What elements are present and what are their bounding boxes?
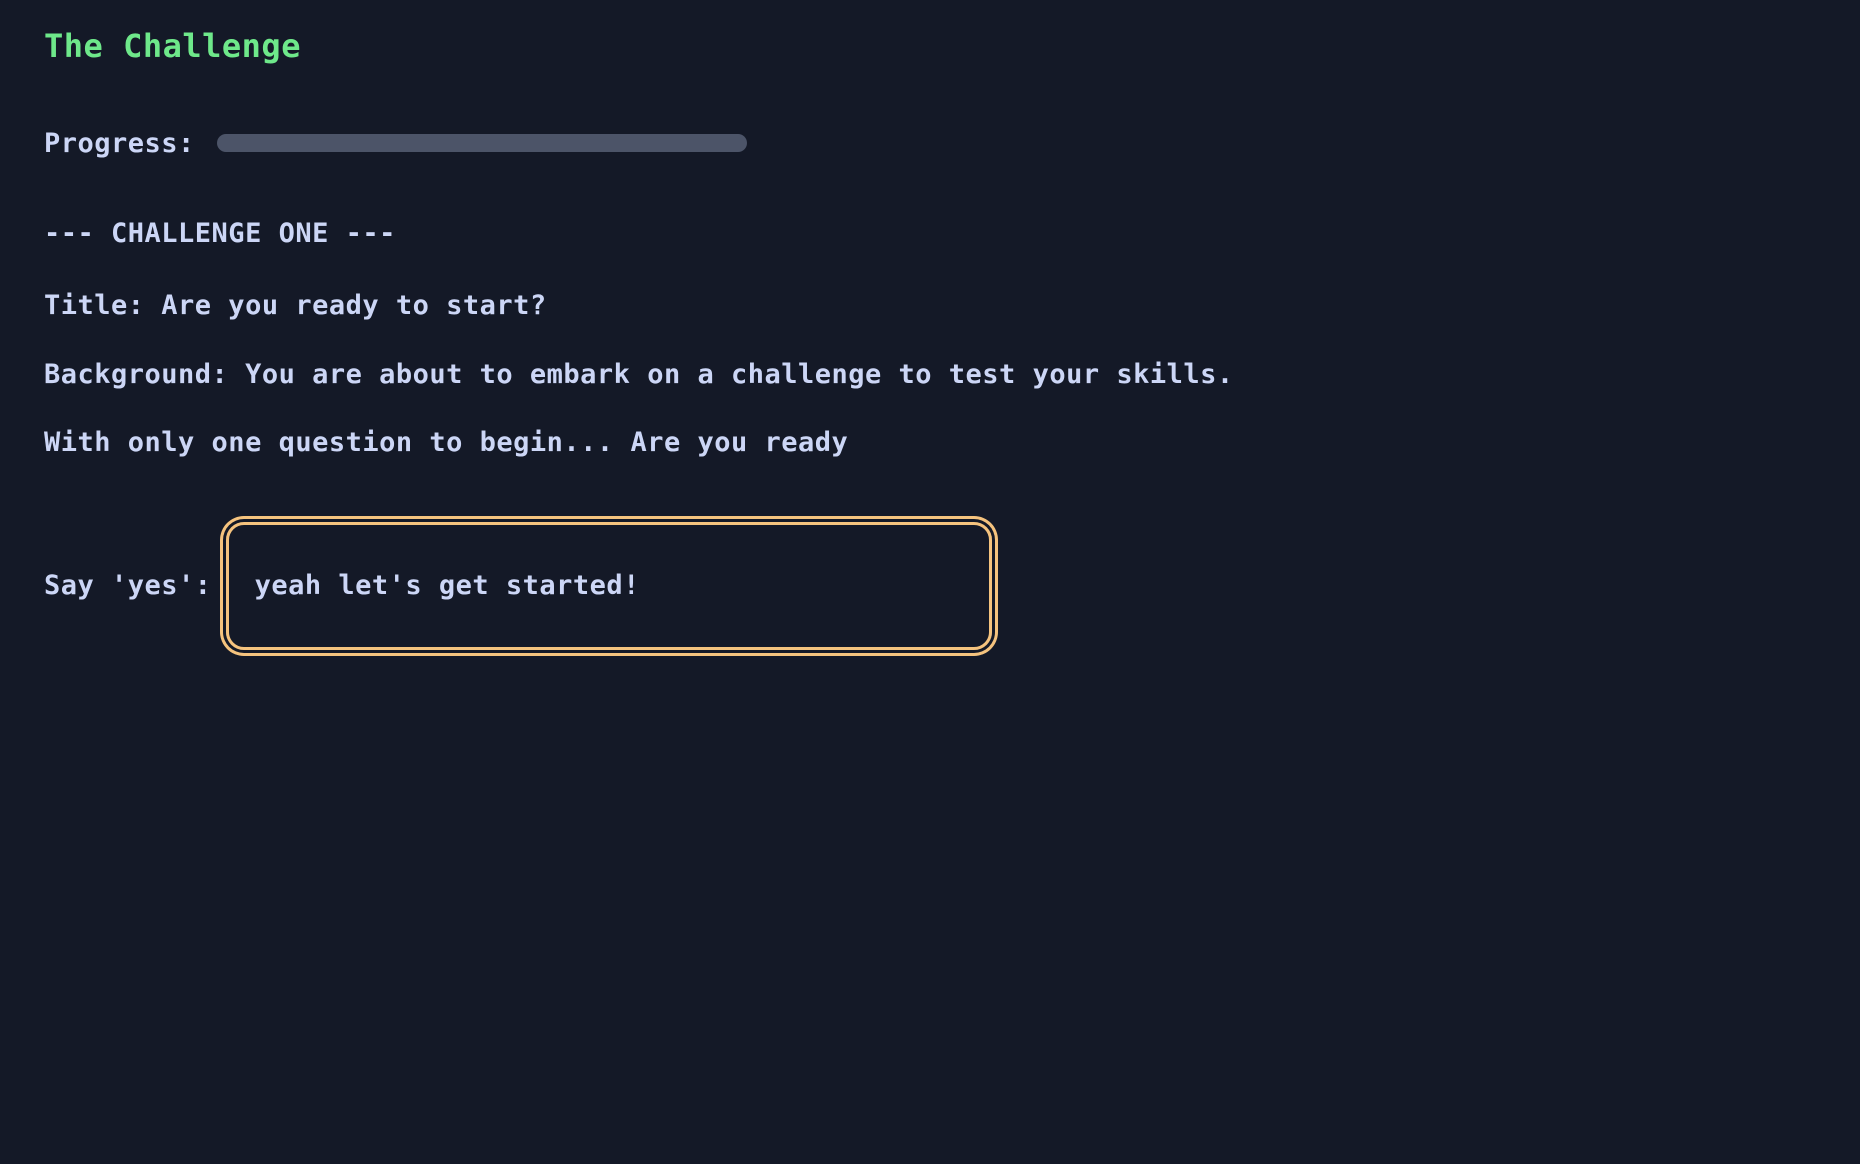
progress-label: Progress: [44, 127, 195, 159]
challenge-heading: --- CHALLENGE ONE --- [44, 218, 396, 249]
answer-prompt-label: Say 'yes': [44, 570, 212, 602]
challenge-title-line: Title: Are you ready to start? [44, 290, 547, 322]
progress-row: Progress: [44, 128, 1860, 158]
answer-input[interactable] [225, 521, 992, 650]
challenge-background-line: Background: You are about to embark on a… [44, 358, 1234, 390]
answer-prompt-row: Say 'yes': [44, 521, 1860, 650]
page-title: The Challenge [44, 27, 301, 65]
progress-bar [216, 134, 747, 152]
terminal-screen: The Challenge Progress: --- CHALLENGE ON… [0, 0, 1860, 1164]
challenge-question-line: With only one question to begin... Are y… [44, 427, 849, 459]
